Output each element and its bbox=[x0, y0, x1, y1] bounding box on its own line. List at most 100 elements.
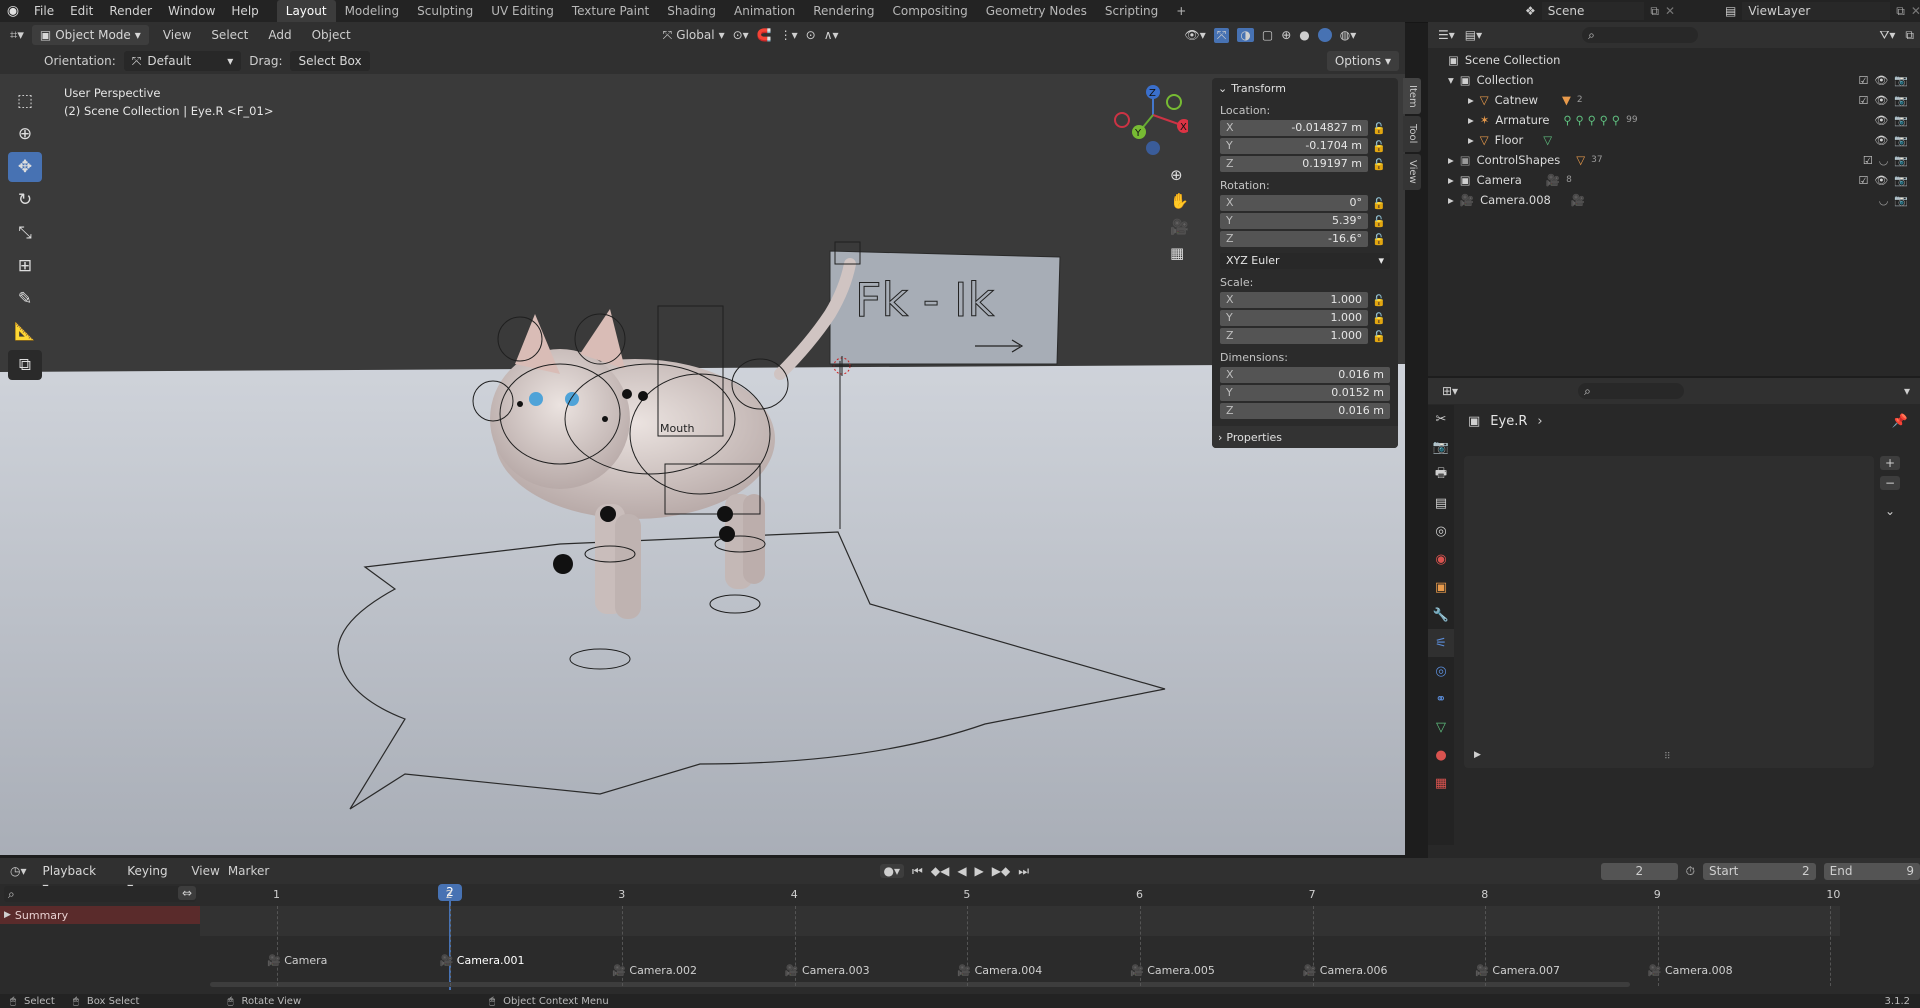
timeline-editor-icon[interactable]: ◷▾ bbox=[10, 864, 27, 878]
expand-arrow-icon[interactable]: ▸ bbox=[1468, 93, 1474, 107]
lock-icon[interactable]: 🔓 bbox=[1368, 197, 1390, 210]
viewport-menu-object[interactable]: Object bbox=[306, 28, 357, 42]
shading-rendered-icon[interactable]: ◍▾ bbox=[1340, 28, 1357, 42]
summary-channel[interactable]: ▶ Summary bbox=[0, 906, 200, 924]
timeline-scrollbar[interactable] bbox=[210, 982, 1630, 987]
swap-icon[interactable]: ⇔ bbox=[178, 886, 197, 900]
blender-logo-icon[interactable]: ◉ bbox=[0, 3, 26, 19]
camera-marker[interactable]: 🎥 Camera bbox=[267, 954, 327, 967]
camera-marker[interactable]: 🎥 Camera.005 bbox=[1130, 964, 1215, 977]
list-expand-icon[interactable]: ▶ bbox=[1474, 750, 1481, 760]
falloff-icon[interactable]: ∧▾ bbox=[824, 28, 839, 42]
outliner-item-floor[interactable]: ▸ ▽ Floor ▽ 👁 📷 bbox=[1428, 130, 1920, 150]
timeline-marker-menu[interactable]: Marker bbox=[228, 864, 269, 878]
exclude-checkbox-icon[interactable]: ☑ bbox=[1858, 74, 1868, 87]
pivot-icon[interactable]: ⊙▾ bbox=[733, 28, 749, 42]
rotation-mode-dropdown[interactable]: XYZ Euler ▾ bbox=[1220, 253, 1390, 269]
new-collection-icon[interactable]: ⧉ bbox=[1905, 28, 1914, 43]
timeline-view-menu[interactable]: View bbox=[191, 864, 219, 878]
world-tab-icon[interactable]: ◉ bbox=[1428, 545, 1454, 573]
outliner-item-catnew[interactable]: ▸ ▽ Catnew ▼ 2 ☑ 👁 📷 bbox=[1428, 90, 1920, 110]
workspace-tab-scripting[interactable]: Scripting bbox=[1096, 0, 1167, 22]
shading-solid-icon[interactable]: ● bbox=[1299, 28, 1309, 42]
annotate-tool-icon[interactable]: ✎ bbox=[8, 284, 42, 314]
view-layer-tab-icon[interactable]: ▤ bbox=[1428, 489, 1454, 517]
viewlayer-selector[interactable]: ▤ ViewLayer ⧉ ✕ bbox=[1725, 0, 1920, 22]
workspace-tab-shading[interactable]: Shading bbox=[658, 0, 725, 22]
scene-selector[interactable]: ❖ Scene ⧉ ✕ bbox=[1525, 0, 1675, 22]
overlay-toggle-icon[interactable]: ◑ bbox=[1237, 28, 1254, 42]
rotation-x-field[interactable]: X 0° bbox=[1220, 195, 1368, 211]
editor-type-icon[interactable]: ⌗▾ bbox=[10, 28, 24, 43]
drag-dropdown[interactable]: Select Box bbox=[290, 51, 370, 71]
dimensions-z-field[interactable]: Z 0.016 m bbox=[1220, 403, 1390, 419]
workspace-tab-rendering[interactable]: Rendering bbox=[804, 0, 883, 22]
delete-viewlayer-icon[interactable]: ✕ bbox=[1911, 4, 1920, 18]
expand-arrow-icon[interactable]: ▾ bbox=[1448, 73, 1454, 87]
viewport-menu-view[interactable]: View bbox=[157, 28, 197, 42]
pin-icon[interactable]: 📌 bbox=[1892, 414, 1908, 429]
workspace-tab-texture-paint[interactable]: Texture Paint bbox=[563, 0, 658, 22]
shading-material-icon[interactable] bbox=[1317, 28, 1332, 42]
sidebar-tab-tool[interactable]: Tool bbox=[1403, 116, 1421, 152]
list-resize-handle[interactable]: ⠿ bbox=[1664, 752, 1671, 762]
playback-menu[interactable]: Playback ▾ bbox=[35, 861, 112, 894]
lock-icon[interactable]: 🔓 bbox=[1368, 158, 1390, 171]
camera-render-icon[interactable]: 📷 bbox=[1894, 174, 1908, 187]
outliner-item-camera[interactable]: ▸ ▣ Camera 🎥 8 ☑ 👁 📷 bbox=[1428, 170, 1920, 190]
outliner-editor-icon[interactable]: ☰▾ bbox=[1438, 28, 1455, 42]
measure-tool-icon[interactable]: 📐 bbox=[8, 317, 42, 347]
end-frame-field[interactable]: End 9 bbox=[1823, 862, 1920, 880]
jump-keyframe-forward-icon[interactable]: ▶◆ bbox=[992, 864, 1010, 878]
camera-marker[interactable]: 🎥 Camera.004 bbox=[957, 964, 1042, 977]
eye-icon[interactable]: 👁 bbox=[1874, 94, 1888, 107]
outliner-item-collection[interactable]: ▾ ▣ Collection ☑ 👁 📷 bbox=[1428, 70, 1920, 90]
workspace-tab-layout[interactable]: Layout bbox=[276, 0, 336, 22]
shading-wireframe-icon[interactable]: ⊕ bbox=[1281, 28, 1291, 42]
eye-icon[interactable]: 👁 bbox=[1874, 74, 1888, 87]
transform-panel-header[interactable]: ⌄ Transform bbox=[1212, 78, 1398, 98]
remove-item-icon[interactable]: − bbox=[1880, 476, 1900, 490]
texture-tab-icon[interactable]: ▦ bbox=[1428, 769, 1454, 797]
camera-render-icon[interactable]: 📷 bbox=[1894, 134, 1908, 147]
zoom-icon[interactable]: ⊕ bbox=[1170, 166, 1189, 184]
move-tool-icon[interactable]: ✥ bbox=[8, 152, 42, 182]
scale-y-field[interactable]: Y 1.000 bbox=[1220, 310, 1368, 326]
play-icon[interactable]: ▶ bbox=[975, 864, 984, 878]
render-tab-icon[interactable]: 📷 bbox=[1428, 433, 1454, 461]
properties-panel-header[interactable]: › Properties bbox=[1212, 426, 1398, 448]
workspace-tab-compositing[interactable]: Compositing bbox=[883, 0, 976, 22]
3d-viewport[interactable]: Fk - Ik Mouth User Perspective (2) Scene… bbox=[0, 74, 1405, 855]
expand-arrow-icon[interactable]: ▸ bbox=[1468, 113, 1474, 127]
location-x-field[interactable]: X -0.014827 m bbox=[1220, 120, 1368, 136]
jump-start-icon[interactable]: ⏮ bbox=[912, 864, 923, 879]
jump-end-icon[interactable]: ⏭ bbox=[1018, 864, 1029, 879]
camera-view-icon[interactable]: 🎥 bbox=[1170, 218, 1189, 236]
lock-icon[interactable]: 🔓 bbox=[1368, 233, 1390, 246]
eye-hidden-icon[interactable]: ◡ bbox=[1879, 194, 1889, 207]
rotation-y-field[interactable]: Y 5.39° bbox=[1220, 213, 1368, 229]
exclude-checkbox-icon[interactable]: ☑ bbox=[1863, 154, 1873, 167]
cursor-tool-icon[interactable]: ⊕ bbox=[8, 119, 42, 149]
xray-icon[interactable]: ▢ bbox=[1262, 28, 1273, 42]
camera-marker[interactable]: 🎥 Camera.007 bbox=[1475, 964, 1560, 977]
filter-icon[interactable]: ⛛▾ bbox=[1879, 28, 1895, 43]
object-tab-icon[interactable]: ▣ bbox=[1428, 573, 1454, 601]
dimensions-x-field[interactable]: X 0.016 m bbox=[1220, 367, 1390, 383]
ortho-grid-icon[interactable]: ▦ bbox=[1170, 244, 1189, 262]
pan-hand-icon[interactable]: ✋ bbox=[1170, 192, 1189, 210]
outliner-item-controlshapes[interactable]: ▸ ▣ ControlShapes ▽ 37 ☑ ◡ 📷 bbox=[1428, 150, 1920, 170]
exclude-checkbox-icon[interactable]: ☑ bbox=[1858, 94, 1868, 107]
workspace-tab-uv-editing[interactable]: UV Editing bbox=[482, 0, 563, 22]
expand-arrow-icon[interactable]: ▶ bbox=[0, 910, 15, 920]
camera-render-icon[interactable]: 📷 bbox=[1894, 194, 1908, 207]
menu-edit[interactable]: Edit bbox=[62, 0, 101, 22]
scale-x-field[interactable]: X 1.000 bbox=[1220, 292, 1368, 308]
camera-marker[interactable]: 🎥 Camera.008 bbox=[1648, 964, 1733, 977]
workspace-tab-sculpting[interactable]: Sculpting bbox=[408, 0, 482, 22]
outliner-root[interactable]: ▣ Scene Collection bbox=[1428, 50, 1920, 70]
workspace-tab-modeling[interactable]: Modeling bbox=[336, 0, 409, 22]
menu-help[interactable]: Help bbox=[223, 0, 266, 22]
camera-render-icon[interactable]: 📷 bbox=[1894, 154, 1908, 167]
eye-icon[interactable]: 👁 bbox=[1874, 134, 1888, 147]
